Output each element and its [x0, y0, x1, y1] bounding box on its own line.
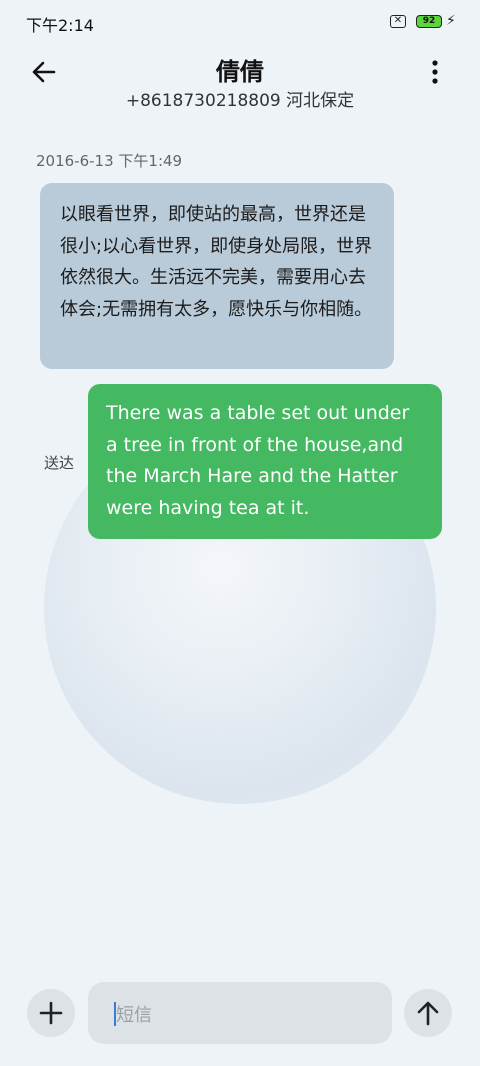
send-button[interactable]	[404, 989, 452, 1037]
contact-name: 倩倩	[216, 58, 264, 86]
delivery-status: 送达	[44, 454, 75, 472]
message-input[interactable]: 短信	[88, 982, 392, 1044]
contact-phone-location: +8618730218809 河北保定	[125, 91, 355, 111]
message-input-placeholder: 短信	[116, 1005, 152, 1026]
status-bar: 下午2:14 ✕ 92 ⚡	[0, 0, 480, 44]
more-options-button[interactable]	[420, 54, 450, 90]
sim-off-icon: ✕	[390, 15, 406, 28]
add-attachment-button[interactable]	[27, 989, 75, 1037]
bolt-icon: ⚡	[446, 13, 456, 29]
more-vertical-icon	[432, 60, 438, 84]
incoming-message-bubble[interactable]: 以眼看世界，即使站的最高，世界还是很小;以心看世界，即使身处局限，世界依然很大。…	[40, 183, 394, 369]
battery-level: 92	[422, 16, 436, 26]
outgoing-message-text: There was a table set out under a tree i…	[106, 402, 410, 519]
outgoing-message-bubble[interactable]: There was a table set out under a tree i…	[88, 384, 442, 539]
plus-icon	[39, 1001, 63, 1025]
conversation-header: 倩倩 +8618730218809 河北保定	[0, 44, 480, 124]
status-time: 下午2:14	[26, 16, 94, 35]
arrow-up-icon	[417, 1001, 439, 1026]
incoming-message-text: 以眼看世界，即使站的最高，世界还是很小;以心看世界，即使身处局限，世界依然很大。…	[60, 204, 373, 320]
message-timestamp: 2016-6-13 下午1:49	[36, 152, 183, 170]
battery-icon: 92	[416, 15, 442, 28]
